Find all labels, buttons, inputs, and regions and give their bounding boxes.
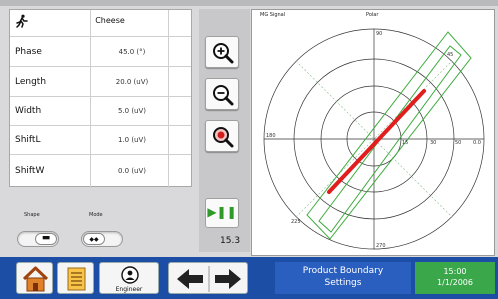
shape-toggle-knob: ▬	[35, 233, 57, 245]
polar-tick-labels: 90 180 0.0 270 15 30 50 45 225	[266, 31, 481, 249]
running-man-icon	[16, 14, 28, 28]
mode-toggle-knob: ◆◆	[83, 233, 105, 245]
mode-toggle[interactable]: ◆◆	[81, 231, 123, 247]
date-value: 1/1/2006	[437, 278, 473, 287]
product-signal-trace	[327, 89, 426, 194]
arrow-icons	[177, 266, 241, 292]
zoom-in-icon	[213, 43, 234, 64]
home-button[interactable]	[16, 262, 53, 294]
polar-plot[interactable]: MG Signal Polar 90 180 0.0 270 15 30 50 …	[251, 9, 495, 256]
diamond-mode-icon: ◆◆	[89, 236, 99, 243]
product-name: Cheese	[95, 16, 125, 25]
param-row-shiftl[interactable]: ShiftL 1.0 (uV)	[10, 126, 191, 155]
param-value[interactable]: 5.0 (uV)	[96, 107, 168, 115]
parameter-table: Cheese Phase 45.0 (°) Length 20.0 (uV) W…	[9, 9, 192, 188]
engineer-button[interactable]: Engineer	[99, 262, 159, 294]
svg-text:270: 270	[376, 243, 386, 249]
table-header-row[interactable]: Cheese	[10, 10, 191, 37]
screen: Cheese Phase 45.0 (°) Length 20.0 (uV) W…	[0, 0, 498, 299]
param-row-phase[interactable]: Phase 45.0 (°)	[10, 37, 191, 67]
param-row-width[interactable]: Width 5.0 (uV)	[10, 97, 191, 126]
svg-text:0.0: 0.0	[473, 140, 481, 146]
engineer-label: Engineer	[115, 286, 143, 293]
list-icon	[67, 267, 86, 291]
shape-toggle[interactable]: ▬	[17, 231, 59, 247]
zoom-out-icon	[213, 85, 234, 106]
param-row-length[interactable]: Length 20.0 (uV)	[10, 67, 191, 97]
play-pause-icon: ▶❚❚	[207, 205, 237, 219]
param-label: ShiftL	[15, 135, 41, 145]
svg-text:90: 90	[376, 31, 382, 37]
param-label: Length	[15, 77, 47, 87]
back-arrow-icon	[177, 269, 203, 289]
svg-text:30: 30	[430, 140, 436, 146]
svg-text:225: 225	[291, 219, 301, 225]
param-label: Phase	[15, 47, 42, 57]
svg-text:45: 45	[447, 52, 453, 58]
forward-arrow-icon	[215, 269, 241, 289]
datetime-display[interactable]: 15:00 1/1/2006	[415, 262, 495, 294]
screen-title-line2: Settings	[324, 278, 362, 288]
param-value[interactable]: 20.0 (uV)	[96, 78, 168, 86]
param-label: Width	[15, 106, 42, 116]
svg-text:15: 15	[402, 140, 408, 146]
param-value[interactable]: 0.0 (uV)	[96, 167, 168, 175]
home-icon	[22, 266, 49, 292]
zoom-reset-icon	[213, 127, 234, 148]
zoom-out-button[interactable]	[205, 78, 239, 110]
zoom-reset-button[interactable]	[205, 120, 239, 152]
bar-shape-icon: ▬	[41, 233, 51, 243]
zoom-level-value: 15.3	[220, 236, 241, 246]
list-button[interactable]	[57, 262, 94, 294]
param-value[interactable]: 1.0 (uV)	[96, 136, 168, 144]
screen-title: Product Boundary Settings	[275, 262, 411, 294]
play-pause-button[interactable]: ▶❚❚	[205, 198, 239, 228]
svg-text:180: 180	[266, 133, 276, 139]
nav-arrows	[168, 262, 248, 294]
param-label: ShiftW	[15, 166, 45, 176]
zoom-in-button[interactable]	[205, 36, 239, 68]
time-value: 15:00	[443, 267, 467, 276]
param-row-shiftw[interactable]: ShiftW 0.0 (uV)	[10, 155, 191, 187]
top-strip	[0, 0, 498, 6]
param-value[interactable]: 45.0 (°)	[96, 48, 168, 56]
polar-graph: 90 180 0.0 270 15 30 50 45 225	[263, 28, 485, 250]
svg-text:50: 50	[455, 140, 461, 146]
product-boundary	[306, 31, 472, 240]
shape-toggle-label: Shape	[24, 212, 40, 218]
screen-title-line1: Product Boundary	[302, 266, 384, 276]
mode-toggle-label: Mode	[89, 212, 103, 218]
